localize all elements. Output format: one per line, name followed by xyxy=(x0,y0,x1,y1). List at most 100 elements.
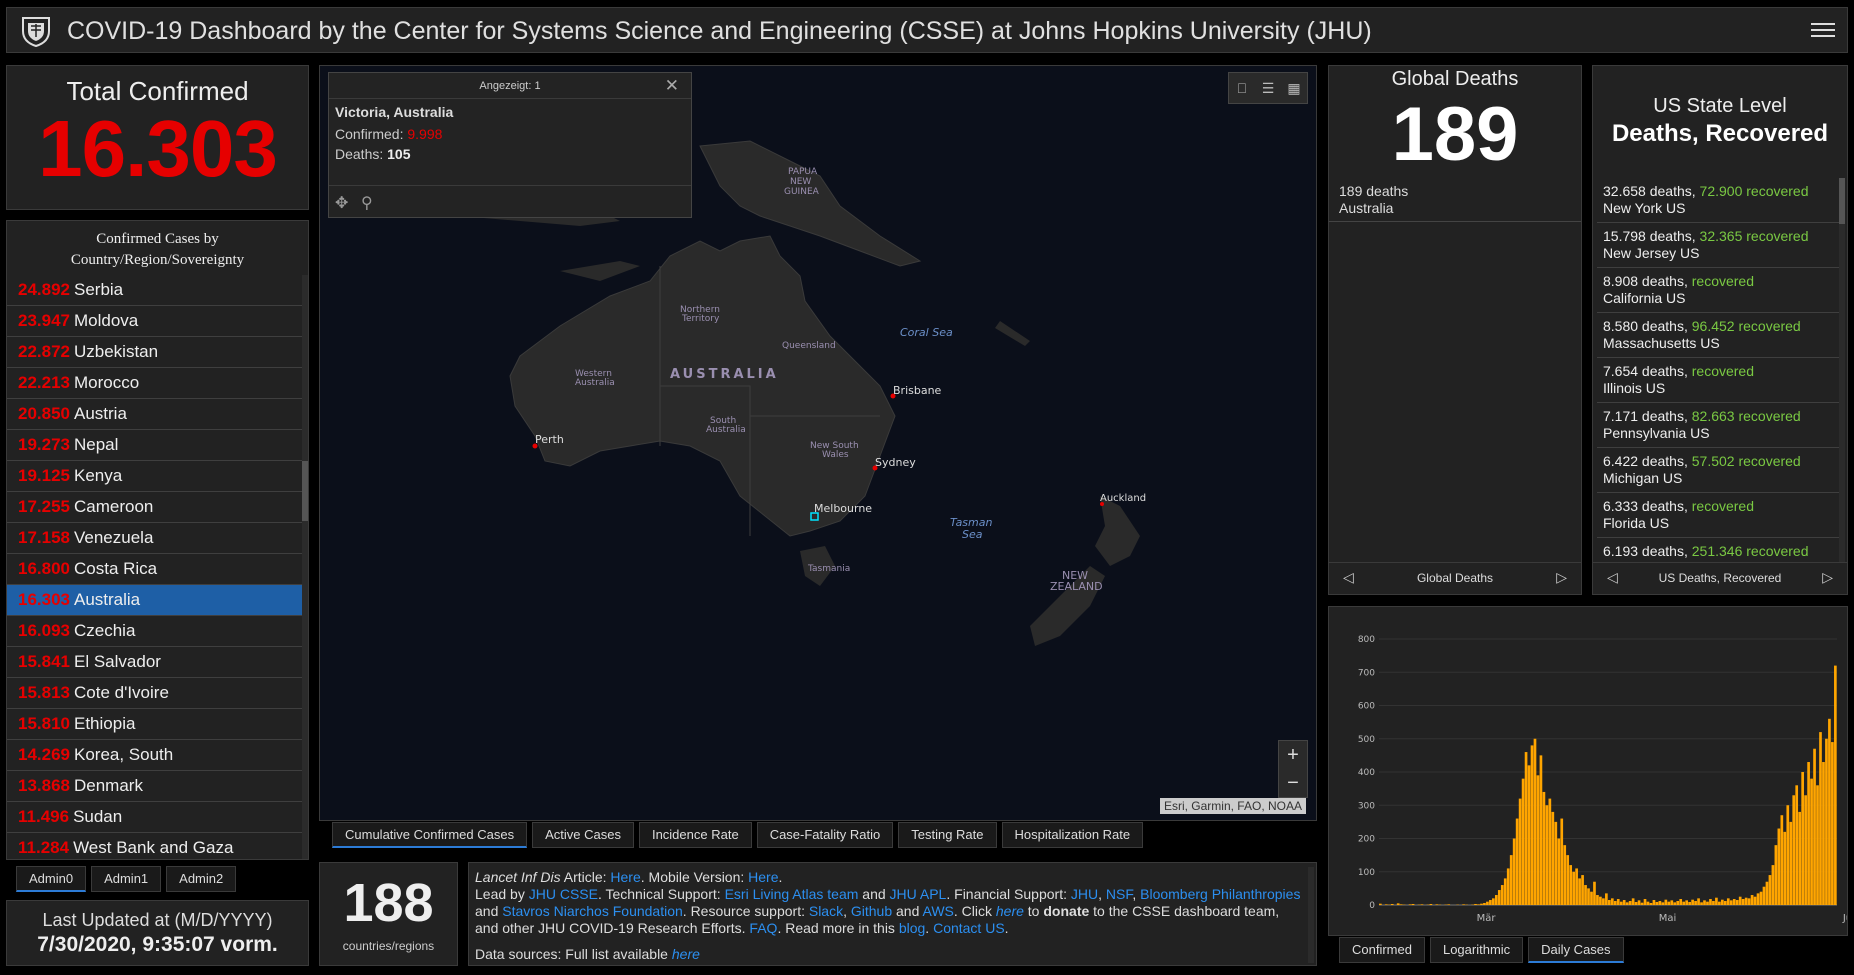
bar xyxy=(1631,898,1635,905)
country-name: El Salvador xyxy=(74,652,161,671)
us-state-item[interactable]: 8.908 deaths, recovered California US xyxy=(1597,268,1839,313)
tab-incidence-rate[interactable]: Incidence Rate xyxy=(638,822,752,848)
country-list-item[interactable]: 15.813 Cote d'Ivoire xyxy=(7,678,303,709)
feature-popup[interactable]: Angezeigt: 1 ✕ Victoria, Australia Confi… xyxy=(328,72,692,218)
country-name: Morocco xyxy=(74,373,140,392)
country-confirmed-value: 14.269 xyxy=(18,745,70,764)
us-state-item[interactable]: 32.658 deaths, 72.900 recovered New York … xyxy=(1597,178,1839,223)
country-list-item[interactable]: 19.273 Nepal xyxy=(7,430,303,461)
us-state-subheading: Deaths, Recovered xyxy=(1611,120,1829,147)
zoom-in-button[interactable]: + xyxy=(1279,741,1307,769)
bloomberg-link[interactable]: Bloomberg Philanthropies xyxy=(1140,886,1300,902)
country-confirmed-value: 19.125 xyxy=(18,466,70,485)
country-list-item[interactable]: 23.947 Moldova xyxy=(7,306,303,337)
country-name: Austria xyxy=(74,404,127,423)
us-state-scrollbar[interactable] xyxy=(1839,178,1845,578)
scrollbar-thumb[interactable] xyxy=(1839,178,1845,224)
donate-here-link[interactable]: here xyxy=(996,903,1024,919)
country-list-item[interactable]: 15.810 Ethiopia xyxy=(7,709,303,740)
country-list-scrollbar[interactable] xyxy=(302,275,308,859)
aws-link[interactable]: AWS xyxy=(923,903,954,919)
bar xyxy=(1593,881,1596,905)
us-state-panel: US State Level Deaths, Recovered 32.658 … xyxy=(1592,65,1848,595)
country-list-item[interactable]: 16.303 Australia xyxy=(7,585,303,616)
zoom-to-icon[interactable]: ⚲ xyxy=(361,193,373,213)
us-state-item[interactable]: 7.171 deaths, 82.663 recovered Pennsylvan… xyxy=(1597,403,1839,448)
mobile-version-link[interactable]: Here xyxy=(748,869,778,885)
tab-active-cases[interactable]: Active Cases xyxy=(532,822,634,848)
country-list-item[interactable]: 16.800 Costa Rica xyxy=(7,554,303,585)
jhu-apl-link[interactable]: JHU APL xyxy=(890,886,947,902)
us-state-item[interactable]: 6.333 deaths, recovered Florida US xyxy=(1597,493,1839,538)
bookmark-icon[interactable]: ⎕ xyxy=(1229,73,1255,103)
bar xyxy=(1649,903,1653,905)
zoom-out-button[interactable]: − xyxy=(1279,769,1307,797)
us-state-pager: ◁ US Deaths, Recovered ▷ xyxy=(1593,562,1847,594)
map-view[interactable]: PAPUA NEW GUINEA Northern Territory Quee… xyxy=(319,65,1317,821)
close-icon[interactable]: ✕ xyxy=(665,76,679,96)
article-link[interactable]: Here xyxy=(610,869,640,885)
contact-link[interactable]: Contact US xyxy=(933,920,1005,936)
country-list-item[interactable]: 24.892 Serbia xyxy=(7,275,303,306)
us-state-item[interactable]: 6.422 deaths, 57.502 recovered Michigan U… xyxy=(1597,448,1839,493)
slack-link[interactable]: Slack xyxy=(809,903,843,919)
country-list-item[interactable]: 20.850 Austria xyxy=(7,399,303,430)
country-confirmed-value: 24.892 xyxy=(18,280,70,299)
countries-count-panel: 188 countries/regions xyxy=(319,862,458,966)
country-list-item[interactable]: 15.841 El Salvador xyxy=(7,647,303,678)
country-list-item[interactable]: 13.868 Denmark xyxy=(7,771,303,802)
list-icon[interactable]: ☰ xyxy=(1255,73,1281,103)
bar xyxy=(1768,875,1772,905)
bar xyxy=(1819,732,1822,905)
country-confirmed-value: 16.093 xyxy=(18,621,70,640)
us-state-item[interactable]: 15.798 deaths, 32.365 recovered New Jerse… xyxy=(1597,223,1839,268)
bar xyxy=(1497,890,1501,905)
info-scrollbar[interactable] xyxy=(1308,867,1314,963)
basemap-gallery-icon[interactable]: ▦ xyxy=(1281,73,1307,103)
tab-testing-rate[interactable]: Testing Rate xyxy=(898,822,997,848)
bar xyxy=(1420,904,1424,905)
country-list-item[interactable]: 11.284 West Bank and Gaza xyxy=(7,833,303,859)
country-list-item[interactable]: 17.158 Venezuela xyxy=(7,523,303,554)
nsf-link[interactable]: NSF xyxy=(1106,886,1132,902)
us-state-item[interactable]: 8.580 deaths, 96.452 recovered Massachuse… xyxy=(1597,313,1839,358)
country-list-item[interactable]: 16.093 Czechia xyxy=(7,616,303,647)
country-list-item[interactable]: 22.872 Uzbekistan xyxy=(7,337,303,368)
chevron-right-icon[interactable]: ▷ xyxy=(1822,569,1833,586)
us-state-heading: US State Level xyxy=(1653,95,1787,117)
bar xyxy=(1712,901,1715,905)
bar xyxy=(1584,885,1587,905)
us-state-item[interactable]: 7.654 deaths, recovered Illinois US xyxy=(1597,358,1839,403)
scrollbar-thumb[interactable] xyxy=(302,461,308,521)
stavros-link[interactable]: Stavros Niarchos Foundation xyxy=(502,903,683,919)
github-link[interactable]: Github xyxy=(851,903,892,919)
tab-hospitalization-rate[interactable]: Hospitalization Rate xyxy=(1001,822,1144,848)
hamburger-menu-icon[interactable] xyxy=(1811,20,1835,40)
jhu-link[interactable]: JHU xyxy=(1071,886,1098,902)
jhu-csse-link[interactable]: JHU CSSE xyxy=(529,886,598,902)
blog-link[interactable]: blog xyxy=(899,920,925,936)
tab-confirmed[interactable]: Confirmed xyxy=(1339,937,1425,963)
country-name: Korea, South xyxy=(74,745,174,764)
data-sources-link[interactable]: here xyxy=(672,946,700,962)
tab-admin1[interactable]: Admin1 xyxy=(91,866,162,892)
label-sa2: Australia xyxy=(706,425,746,435)
bar xyxy=(1658,901,1662,905)
chevron-right-icon[interactable]: ▷ xyxy=(1556,569,1567,586)
tab-admin0[interactable]: Admin0 xyxy=(16,866,87,892)
tab-cumulative-confirmed-cases[interactable]: Cumulative Confirmed Cases xyxy=(332,822,528,848)
country-list-item[interactable]: 22.213 Morocco xyxy=(7,368,303,399)
country-confirmed-value: 20.850 xyxy=(18,404,70,423)
tab-daily-cases[interactable]: Daily Cases xyxy=(1528,937,1624,963)
faq-link[interactable]: FAQ xyxy=(749,920,777,936)
bar xyxy=(1750,895,1754,905)
esri-link[interactable]: Esri Living Atlas team xyxy=(725,886,859,902)
country-list-item[interactable]: 14.269 Korea, South xyxy=(7,740,303,771)
tab-logarithmic[interactable]: Logarithmic xyxy=(1429,937,1524,963)
tab-case-fatality-ratio[interactable]: Case-Fatality Ratio xyxy=(756,822,894,848)
country-list-item[interactable]: 19.125 Kenya xyxy=(7,461,303,492)
country-list-item[interactable]: 11.496 Sudan xyxy=(7,802,303,833)
country-list-item[interactable]: 17.255 Cameroon xyxy=(7,492,303,523)
move-icon[interactable]: ✥ xyxy=(335,193,348,213)
tab-admin2[interactable]: Admin2 xyxy=(166,866,237,892)
